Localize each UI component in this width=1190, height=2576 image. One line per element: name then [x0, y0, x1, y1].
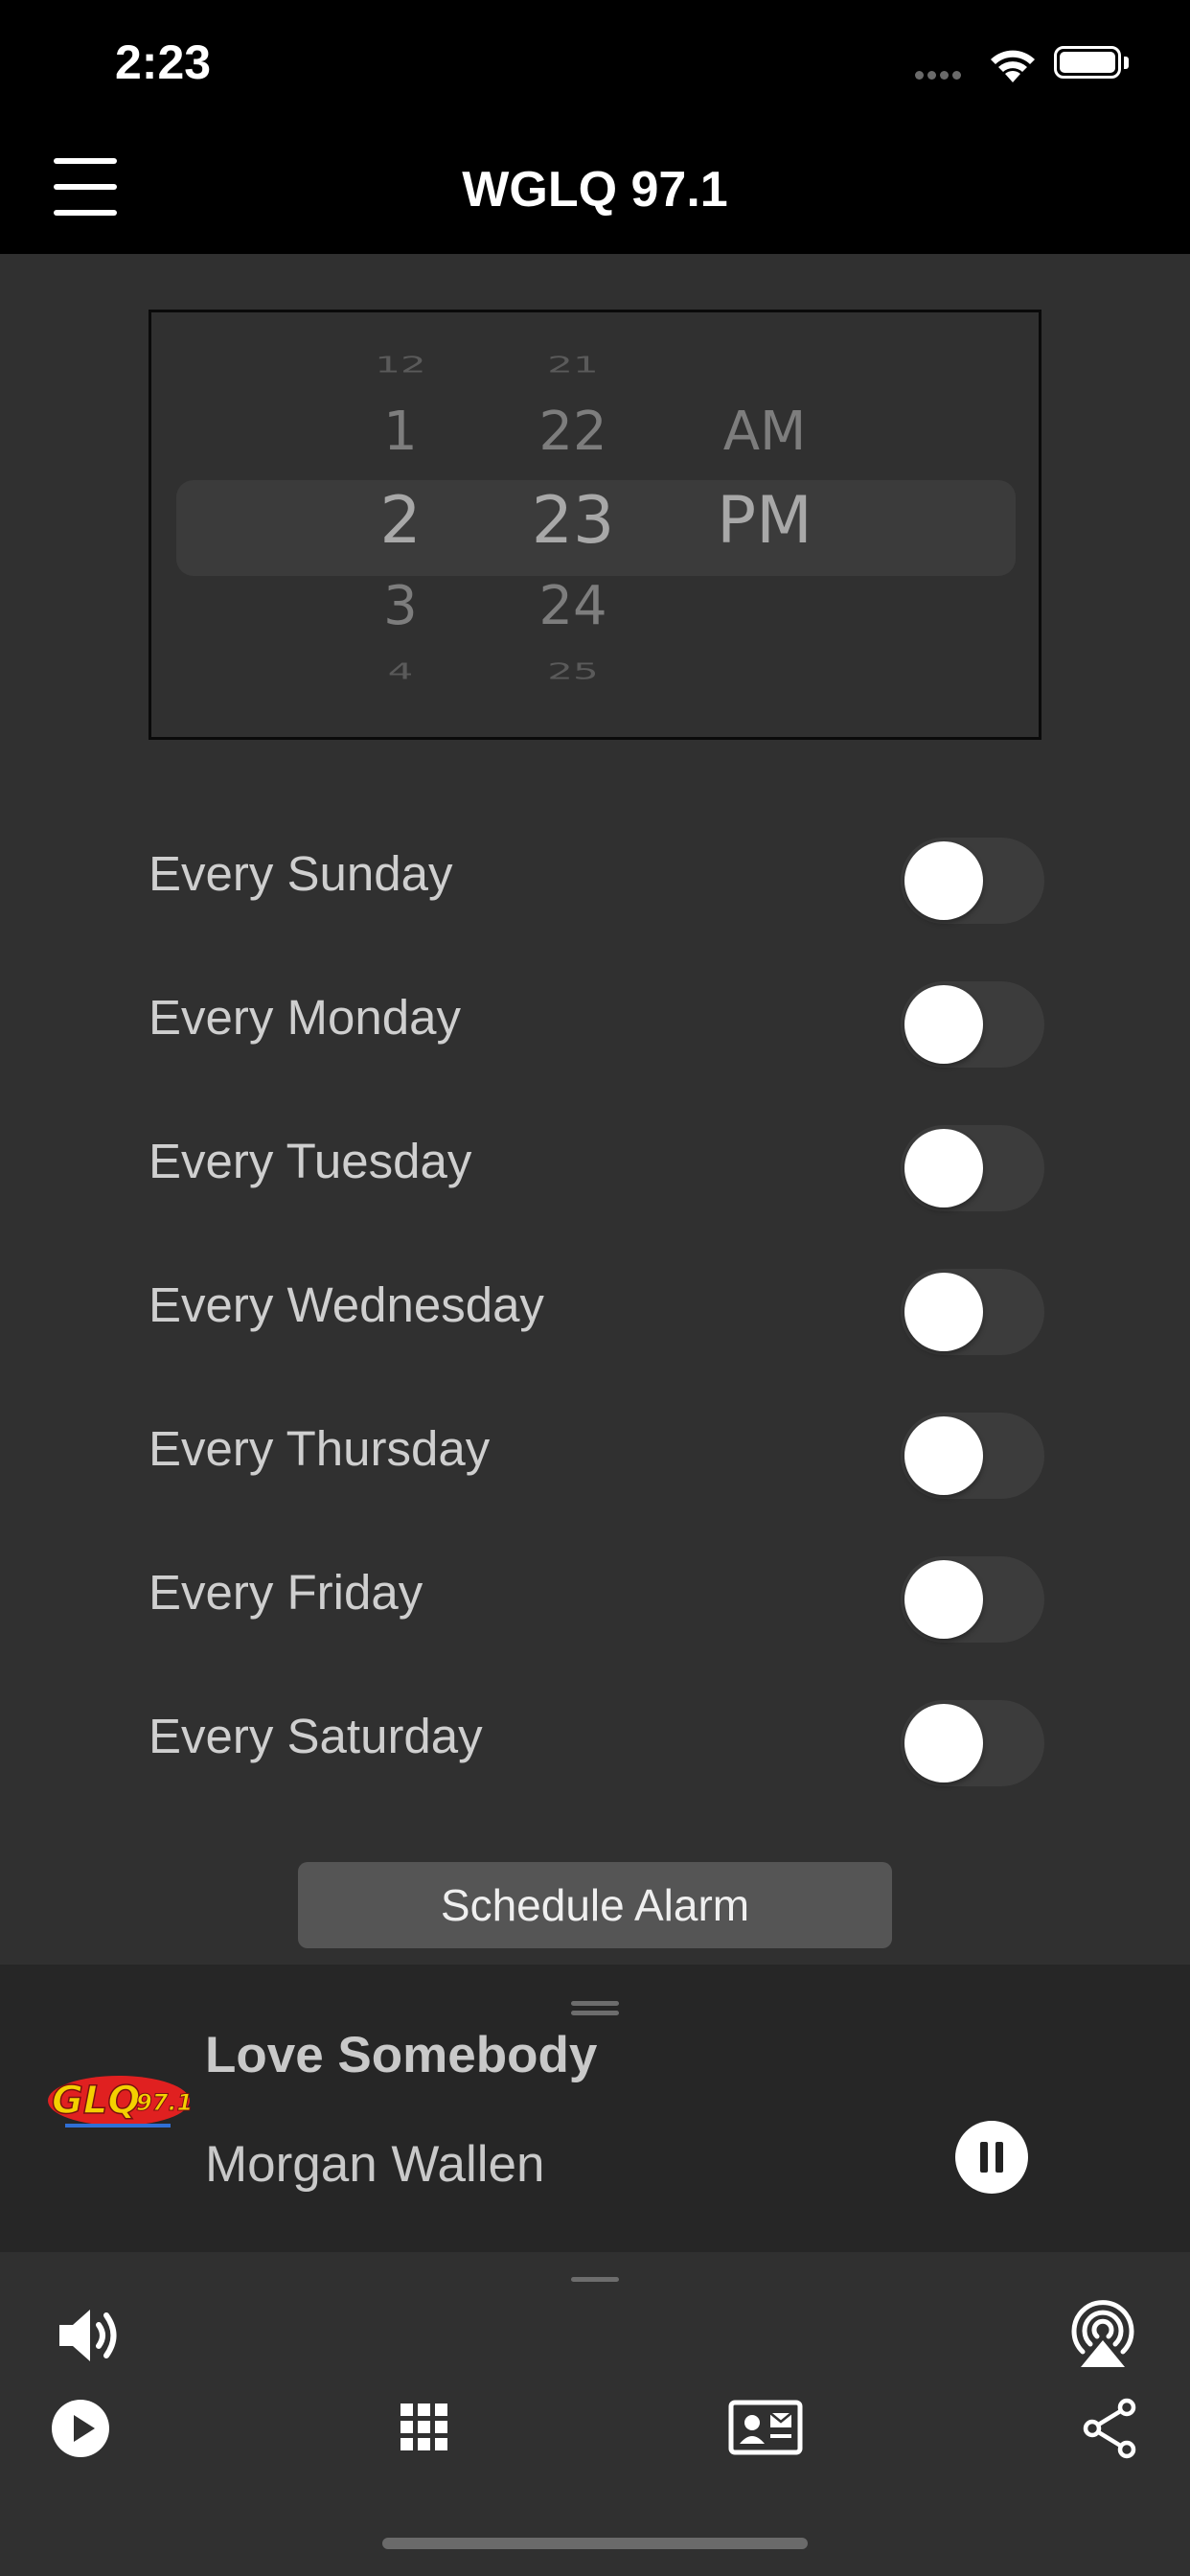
- repeat-label: Every Sunday: [149, 846, 453, 901]
- svg-text:GLQ: GLQ: [52, 2079, 140, 2123]
- share-icon[interactable]: [1081, 2398, 1138, 2459]
- toggle-knob: [904, 1273, 983, 1351]
- toggle-wednesday[interactable]: [901, 1269, 1044, 1355]
- battery-icon: [1054, 46, 1121, 79]
- toggle-knob: [904, 1560, 983, 1639]
- hour-option[interactable]: 1: [343, 401, 458, 463]
- cellular-signal-icon: [915, 67, 965, 84]
- battery-tip: [1124, 57, 1129, 69]
- minute-option[interactable]: 25: [506, 658, 640, 684]
- minute-option[interactable]: 21: [506, 352, 640, 378]
- grid-icon[interactable]: [400, 2404, 448, 2451]
- minute-option[interactable]: 22: [506, 401, 640, 463]
- repeat-row-monday: Every Monday: [149, 966, 1049, 1068]
- song-artist: Morgan Wallen: [205, 2136, 545, 2193]
- status-time: 2:23: [115, 35, 212, 89]
- repeat-row-thursday: Every Thursday: [149, 1397, 1049, 1499]
- contact-card-icon[interactable]: [728, 2400, 803, 2455]
- drag-handle[interactable]: [571, 2001, 619, 2006]
- minute-option[interactable]: 24: [506, 575, 640, 637]
- toggle-monday[interactable]: [901, 981, 1044, 1068]
- toggle-tuesday[interactable]: [901, 1125, 1044, 1211]
- status-bar: 2:23: [0, 0, 1190, 134]
- repeat-label: Every Thursday: [149, 1421, 491, 1476]
- drag-handle-line: [571, 2011, 619, 2015]
- repeat-row-tuesday: Every Tuesday: [149, 1110, 1049, 1211]
- repeat-row-wednesday: Every Wednesday: [149, 1254, 1049, 1355]
- repeat-row-friday: Every Friday: [149, 1541, 1049, 1643]
- repeat-label: Every Tuesday: [149, 1134, 472, 1188]
- repeat-label: Every Monday: [149, 990, 461, 1045]
- volume-icon[interactable]: [54, 2300, 125, 2371]
- hour-option[interactable]: 4: [343, 658, 458, 684]
- navigation-bar: WGLQ 97.1: [0, 134, 1190, 254]
- song-title: Love Somebody: [205, 2027, 598, 2083]
- schedule-alarm-button[interactable]: Schedule Alarm: [298, 1862, 892, 1948]
- bottom-toolbar: [0, 2254, 1190, 2576]
- minute-selected[interactable]: 23: [506, 483, 640, 559]
- repeat-label: Every Friday: [149, 1565, 423, 1620]
- pause-icon[interactable]: [955, 2121, 1028, 2194]
- repeat-label: Every Saturday: [149, 1709, 483, 1763]
- toggle-thursday[interactable]: [901, 1413, 1044, 1499]
- toggle-knob: [904, 1416, 983, 1495]
- time-picker[interactable]: 12 1 2 3 4 21 22 23 24 25 AM PM: [149, 310, 1041, 740]
- page-title: WGLQ 97.1: [462, 162, 728, 218]
- toggle-knob: [904, 1704, 983, 1782]
- hour-option[interactable]: 12: [343, 352, 458, 378]
- hour-selected[interactable]: 2: [343, 483, 458, 559]
- toggle-knob: [904, 841, 983, 920]
- play-icon[interactable]: [50, 2398, 111, 2459]
- home-indicator[interactable]: [382, 2538, 808, 2549]
- toggle-knob: [904, 1129, 983, 1208]
- repeat-row-saturday: Every Saturday: [149, 1685, 1049, 1786]
- wifi-icon: [991, 50, 1035, 82]
- station-logo: GLQ 97.1: [48, 2076, 194, 2128]
- toggle-sunday[interactable]: [901, 838, 1044, 924]
- toggle-friday[interactable]: [901, 1556, 1044, 1643]
- repeat-label: Every Wednesday: [149, 1277, 544, 1332]
- hour-option[interactable]: 3: [343, 575, 458, 637]
- now-playing-bar[interactable]: GLQ 97.1 Love Somebody Morgan Wallen: [0, 1965, 1190, 2252]
- svg-text:97.1: 97.1: [136, 2089, 193, 2116]
- period-option[interactable]: AM: [688, 401, 841, 463]
- airplay-icon[interactable]: [1065, 2296, 1140, 2369]
- toolbar-drag-handle[interactable]: [571, 2277, 619, 2282]
- repeat-row-sunday: Every Sunday: [149, 822, 1049, 924]
- period-selected[interactable]: PM: [688, 483, 841, 559]
- toggle-knob: [904, 985, 983, 1064]
- toggle-saturday[interactable]: [901, 1700, 1044, 1786]
